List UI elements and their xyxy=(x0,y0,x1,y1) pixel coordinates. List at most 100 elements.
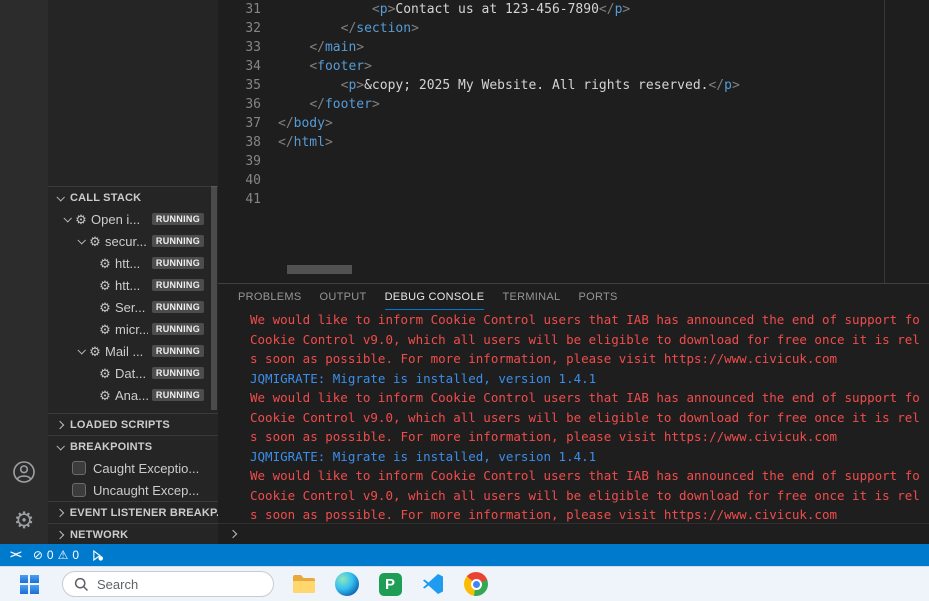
running-badge: RUNNING xyxy=(151,257,204,269)
code-line[interactable]: 37 </body> xyxy=(218,114,929,133)
code-token: </ xyxy=(708,78,725,93)
code-line[interactable]: 35 <p>&copy; 2025 My Website. All rights… xyxy=(218,76,929,95)
code-text: <footer> xyxy=(261,57,372,76)
section-label: NETWORK xyxy=(70,528,129,541)
accounts-icon[interactable] xyxy=(10,458,38,486)
call-stack-item[interactable]: ⚙ micr... RUNNING xyxy=(48,318,218,340)
call-stack-list: ⚙ Open i... RUNNING ⚙ secur... RUNNING ⚙ htt...… xyxy=(48,208,218,406)
code-token: footer xyxy=(317,59,365,74)
section-header-event-listener-breakpoints[interactable]: EVENT LISTENER BREAKP... xyxy=(48,501,218,523)
remote-indicator[interactable]: >< xyxy=(4,544,27,566)
tab-terminal[interactable]: TERMINAL xyxy=(502,284,560,310)
tab-debug-console[interactable]: DEBUG CONSOLE xyxy=(384,284,485,310)
line-number[interactable]: 39 xyxy=(218,152,261,171)
code-token: footer xyxy=(324,97,372,112)
chevron-down-icon xyxy=(56,192,65,202)
call-stack-item[interactable]: ⚙ Dat... RUNNING xyxy=(48,362,218,384)
code-token: > xyxy=(324,116,333,131)
call-stack-item-label: micr... xyxy=(115,321,148,337)
section-label: EVENT LISTENER BREAKP... xyxy=(69,506,218,519)
debug-sidebar: CALL STACK ⚙ Open i... RUNNING ⚙ secur... RUN… xyxy=(48,0,218,544)
green-p-app-icon[interactable]: P xyxy=(377,571,403,597)
call-stack-item[interactable]: ⚙ secur... RUNNING xyxy=(48,230,218,252)
code-line[interactable]: 39 xyxy=(218,152,929,171)
session-gear-icon: ⚙ xyxy=(99,387,111,403)
code-line[interactable]: 38 </html> xyxy=(218,133,929,152)
bottom-panel: PROBLEMS OUTPUT DEBUG CONSOLE TERMINAL P… xyxy=(218,283,929,544)
tab-problems[interactable]: PROBLEMS xyxy=(238,284,302,310)
folder-icon xyxy=(293,575,315,593)
checkbox-unchecked[interactable] xyxy=(72,461,86,475)
code-line[interactable]: 40 xyxy=(218,171,929,190)
vscode-icon[interactable] xyxy=(420,571,446,597)
checkbox-unchecked[interactable] xyxy=(72,483,86,497)
code-area: 31 <p>Contact us at 123-456-7890</p> 32 <… xyxy=(218,0,929,209)
line-number[interactable]: 31 xyxy=(218,0,261,19)
chevron-down-icon xyxy=(74,346,88,355)
tab-ports[interactable]: PORTS xyxy=(578,284,617,310)
code-line[interactable]: 31 <p>Contact us at 123-456-7890</p> xyxy=(218,0,929,19)
call-stack-item[interactable]: ⚙ Open i... RUNNING xyxy=(48,208,218,230)
settings-gear-icon[interactable]: ⚙ xyxy=(10,506,38,534)
code-token: </ xyxy=(309,97,325,112)
tab-output[interactable]: OUTPUT xyxy=(320,284,367,310)
editor-horizontal-scrollbar[interactable] xyxy=(287,265,352,274)
warning-count: 0 xyxy=(72,548,80,562)
start-button[interactable] xyxy=(16,571,42,597)
line-number[interactable]: 41 xyxy=(218,190,261,209)
session-gear-icon: ⚙ xyxy=(99,277,111,293)
call-stack-item-label: Ser... xyxy=(115,299,146,315)
line-number[interactable]: 38 xyxy=(218,133,261,152)
line-number[interactable]: 37 xyxy=(218,114,261,133)
call-stack-item-label: htt... xyxy=(115,277,141,293)
call-stack-item[interactable]: ⚙ Ser... RUNNING xyxy=(48,296,218,318)
breakpoint-item-uncaught-exceptions[interactable]: Uncaught Excep... xyxy=(48,479,218,501)
call-stack-item[interactable]: ⚙ htt... RUNNING xyxy=(48,274,218,296)
call-stack-item[interactable]: ⚙ Ana... RUNNING xyxy=(48,384,218,406)
call-stack-item[interactable]: ⚙ Mail ... RUNNING xyxy=(48,340,218,362)
section-header-breakpoints[interactable]: BREAKPOINTS xyxy=(48,435,218,457)
editor[interactable]: 31 <p>Contact us at 123-456-7890</p> 32 <… xyxy=(218,0,929,283)
code-line[interactable]: 33 </main> xyxy=(218,38,929,57)
section-label: CALL STACK xyxy=(70,191,142,204)
call-stack-item[interactable]: ⚙ htt... RUNNING xyxy=(48,252,218,274)
line-number[interactable]: 40 xyxy=(218,171,261,190)
code-token: </ xyxy=(278,116,294,131)
breakpoint-item-caught-exceptions[interactable]: Caught Exceptio... xyxy=(48,457,218,479)
code-token: > xyxy=(411,21,419,36)
sidebar-empty-area xyxy=(48,0,218,186)
code-token: > xyxy=(731,78,740,93)
code-token: </ xyxy=(598,2,615,17)
line-number[interactable]: 32 xyxy=(218,19,261,38)
panel-tab-bar: PROBLEMS OUTPUT DEBUG CONSOLE TERMINAL P… xyxy=(218,284,929,310)
debug-status[interactable] xyxy=(85,544,110,566)
section-header-network[interactable]: NETWORK xyxy=(48,523,218,544)
status-bar: >< ⊘ 0 ⚠ 0 xyxy=(0,544,929,566)
file-explorer-icon[interactable] xyxy=(291,571,317,597)
session-gear-icon: ⚙ xyxy=(99,365,111,381)
console-input[interactable] xyxy=(218,523,929,544)
line-number[interactable]: 35 xyxy=(218,76,261,95)
code-text: </section> xyxy=(261,19,419,38)
section-header-call-stack[interactable]: CALL STACK xyxy=(48,186,218,208)
sidebar-scrollbar[interactable] xyxy=(211,186,217,410)
problems-status[interactable]: ⊘ 0 ⚠ 0 xyxy=(27,544,85,566)
call-stack-item-label: Open i... xyxy=(91,211,141,227)
code-line[interactable]: 36 </footer> xyxy=(218,95,929,114)
error-count: 0 xyxy=(46,548,54,562)
edge-icon[interactable] xyxy=(334,571,360,597)
chrome-icon[interactable] xyxy=(463,571,489,597)
code-line[interactable]: 32 </section> xyxy=(218,19,929,38)
section-header-loaded-scripts[interactable]: LOADED SCRIPTS xyxy=(48,413,218,435)
code-line[interactable]: 34 <footer> xyxy=(218,57,929,76)
session-gear-icon: ⚙ xyxy=(99,299,111,315)
console-line: s soon as possible. For more information… xyxy=(250,351,837,366)
code-token: > xyxy=(371,97,380,112)
code-line[interactable]: 41 xyxy=(218,190,929,209)
line-number[interactable]: 36 xyxy=(218,95,261,114)
line-number[interactable]: 34 xyxy=(218,57,261,76)
line-number[interactable]: 33 xyxy=(218,38,261,57)
taskbar-search[interactable]: Search xyxy=(62,571,274,597)
